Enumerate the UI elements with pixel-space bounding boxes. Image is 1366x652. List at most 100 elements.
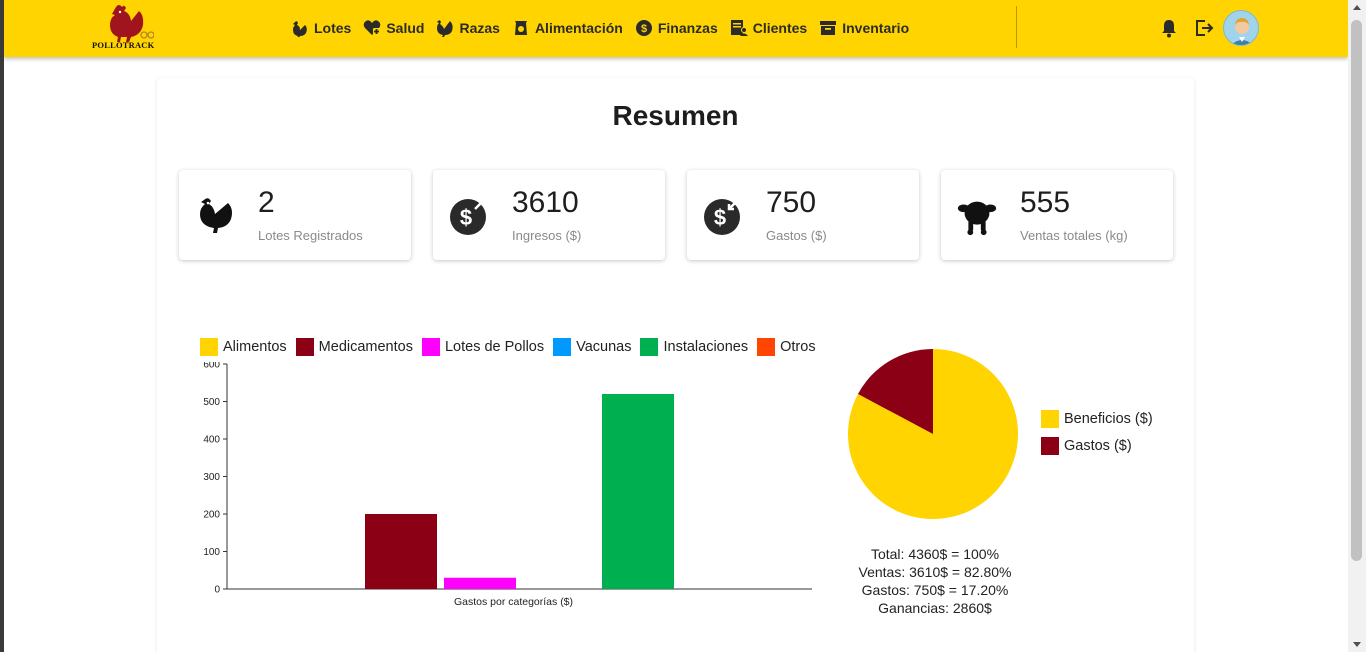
bar-lotes-de-pollos <box>444 577 516 589</box>
stat-card-ingresos: $ 3610 Ingresos ($) <box>433 170 665 260</box>
y-tick-label: 600 <box>203 362 220 371</box>
app-logo[interactable]: POLLOTRACK <box>90 3 162 51</box>
stat-label: Ingresos ($) <box>512 228 582 243</box>
legend-label: Vacunas <box>576 339 632 355</box>
nav-item-inventario[interactable]: Inventario <box>818 18 909 38</box>
stat-label: Gastos ($) <box>766 228 827 243</box>
nav-item-label: Razas <box>459 20 500 36</box>
svg-text:$: $ <box>641 23 647 35</box>
avatar[interactable] <box>1223 10 1259 46</box>
stat-value: 555 <box>1020 186 1071 219</box>
summary-total: Total: 4360$ = 100% <box>870 546 1000 562</box>
finance-pie-chart <box>848 349 1018 519</box>
nav-item-razas[interactable]: Razas <box>435 18 500 38</box>
legend-label: Instalaciones <box>663 339 749 355</box>
stat-card-ventas: 555 Ventas totales (kg) <box>941 170 1173 260</box>
rooster-icon <box>435 18 455 38</box>
nav-item-label: Alimentación <box>534 20 623 36</box>
stat-value: 2 <box>258 186 275 219</box>
stat-value: 3610 <box>512 186 579 219</box>
legend-item-otros[interactable]: Otros <box>757 338 816 356</box>
legend-label: Alimentos <box>223 339 287 355</box>
nav-item-label: Inventario <box>842 20 910 36</box>
nav-item-label: Finanzas <box>657 20 718 36</box>
svg-text:$: $ <box>714 205 726 230</box>
legend-item-gastos[interactable]: Gastos ($) <box>1041 437 1153 455</box>
top-navbar: POLLOTRACK Lotes Salud Razas Alimentació… <box>4 0 1348 57</box>
feed-bag-icon <box>511 18 531 38</box>
main-nav: Lotes Salud Razas Alimentación $ Finanza… <box>290 17 920 39</box>
legend-swatch <box>553 338 572 356</box>
legend-swatch <box>640 338 659 356</box>
legend-swatch <box>295 338 314 356</box>
svg-text:$: $ <box>460 205 472 230</box>
bell-icon[interactable] <box>1157 16 1181 40</box>
brand-name: POLLOTRACK <box>92 40 155 50</box>
stat-value: 750 <box>766 186 817 219</box>
nav-item-finanzas[interactable]: $ Finanzas <box>634 18 718 38</box>
legend-label: Gastos ($) <box>1064 438 1132 454</box>
expenses-bar-chart: 0 100 200 300 400 500 600 Gastos por categorías… <box>203 362 812 608</box>
legend-item-lotes-pollos[interactable]: Lotes de Pollos <box>421 338 545 356</box>
page-scrollbar[interactable] <box>1348 0 1366 652</box>
legend-label: Beneficios ($) <box>1064 411 1153 427</box>
legend-swatch <box>1041 437 1059 455</box>
nav-item-lotes[interactable]: Lotes <box>290 18 351 38</box>
bar-chart-legend: Alimentos Medicamentos Lotes de Pollos V… <box>200 338 825 356</box>
health-heart-icon <box>362 18 382 38</box>
hen-icon <box>193 193 237 237</box>
summary-gastos: Gastos: 750$ = 17.20% <box>861 582 1009 598</box>
pie-chart-legend: Beneficios ($) Gastos ($) <box>1041 410 1162 464</box>
legend-label: Medicamentos <box>318 339 413 355</box>
summary-ganancias: Ganancias: 2860$ <box>878 600 992 616</box>
y-tick-label: 300 <box>203 472 220 483</box>
nav-item-salud[interactable]: Salud <box>362 18 424 38</box>
stat-label: Lotes Registrados <box>258 228 363 243</box>
page-title: Resumen <box>612 100 739 131</box>
hen-icon <box>290 18 310 38</box>
logout-icon[interactable] <box>1192 16 1216 40</box>
roast-chicken-icon <box>955 193 999 237</box>
scroll-down-arrow-icon[interactable] <box>1353 642 1361 647</box>
legend-swatch <box>200 338 218 356</box>
rooster-logo-icon <box>110 5 154 42</box>
nav-item-clientes[interactable]: Clientes <box>729 18 807 38</box>
client-card-icon <box>729 18 749 38</box>
stat-card-gastos: $ 750 Gastos ($) <box>687 170 919 260</box>
nav-item-label: Lotes <box>314 20 352 36</box>
dollar-circle-icon: $ <box>634 18 654 38</box>
scroll-up-arrow-icon[interactable] <box>1353 5 1361 10</box>
summary-ventas: Ventas: 3610$ = 82.80% <box>858 564 1012 580</box>
finance-summary: Total: 4360$ = 100% Ventas: 3610$ = 82.8… <box>847 545 1023 617</box>
y-tick-label: 100 <box>203 547 220 558</box>
archive-box-icon <box>818 18 838 38</box>
app-window: POLLOTRACK Lotes Salud Razas Alimentació… <box>4 0 1348 652</box>
legend-item-alimentos[interactable]: Alimentos <box>200 338 287 356</box>
scrollbar-thumb[interactable] <box>1351 20 1362 561</box>
x-axis-label: Gastos por categorías ($) <box>454 596 573 608</box>
legend-swatch <box>1041 410 1059 428</box>
legend-item-medicamentos[interactable]: Medicamentos <box>295 338 413 356</box>
nav-item-alimentacion[interactable]: Alimentación <box>511 18 623 38</box>
nav-item-label: Salud <box>386 20 425 36</box>
money-out-icon: $ <box>701 193 745 237</box>
money-in-icon: $ <box>447 193 491 237</box>
legend-swatch <box>757 338 776 356</box>
legend-label: Otros <box>780 339 816 355</box>
legend-swatch <box>421 338 440 356</box>
nav-item-label: Clientes <box>752 20 808 36</box>
y-tick-label: 500 <box>203 397 220 408</box>
nav-divider <box>1016 6 1017 48</box>
bar-medicamentos <box>365 514 437 589</box>
legend-item-vacunas[interactable]: Vacunas <box>553 338 631 356</box>
legend-item-beneficios[interactable]: Beneficios ($) <box>1041 410 1153 428</box>
y-tick-label: 200 <box>203 510 220 521</box>
stat-label: Ventas totales (kg) <box>1020 228 1128 243</box>
y-tick-label: 0 <box>214 585 220 596</box>
legend-label: Lotes de Pollos <box>444 339 545 355</box>
legend-item-instalaciones[interactable]: Instalaciones <box>640 338 748 356</box>
y-tick-label: 400 <box>203 435 220 446</box>
stat-card-lotes: 2 Lotes Registrados <box>179 170 411 260</box>
summary-card: Resumen 2 Lotes Registrados $ 3610 Ingre… <box>157 78 1194 652</box>
bar-instalaciones <box>602 394 674 589</box>
